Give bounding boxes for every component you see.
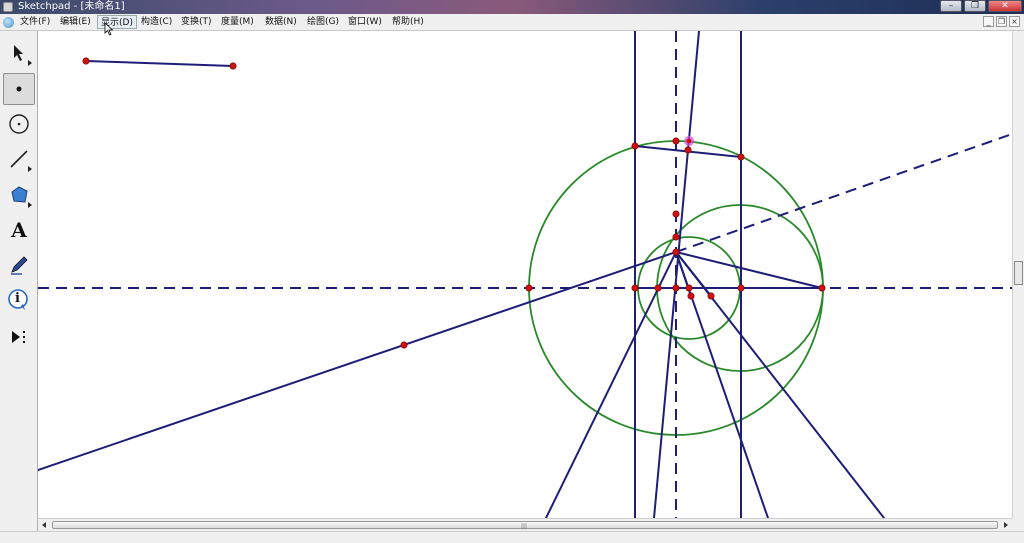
close-window-button[interactable]: ✕: [988, 0, 1022, 12]
window-title: Sketchpad - [未命名1]: [18, 1, 125, 12]
scrollbar-corner: [1012, 518, 1024, 531]
point[interactable]: [737, 153, 745, 161]
document-icon[interactable]: [3, 17, 14, 28]
more-options-icon: [28, 60, 32, 66]
point[interactable]: [672, 233, 680, 241]
horizontal-scroll-thumb[interactable]: |||: [52, 521, 998, 530]
menu-measure[interactable]: 度量(M): [218, 15, 257, 29]
point[interactable]: [672, 210, 680, 218]
line-segment-icon: [10, 150, 28, 168]
arrow-select-tool[interactable]: [3, 37, 35, 69]
restore-document-button[interactable]: ❐: [996, 16, 1007, 27]
text-a-icon: A: [11, 218, 27, 242]
scroll-left-arrow-icon[interactable]: [42, 522, 46, 528]
info-glyph: i: [15, 291, 20, 306]
status-bar: [0, 531, 1024, 543]
point[interactable]: [687, 292, 695, 300]
point[interactable]: [82, 57, 90, 65]
compass-tool[interactable]: [3, 108, 35, 140]
point[interactable]: [685, 284, 693, 292]
title-bar: Sketchpad - [未命名1] – ❐ ✕: [0, 0, 1024, 14]
point[interactable]: [707, 292, 715, 300]
menu-edit[interactable]: 编辑(E): [57, 15, 94, 29]
document-controls: _ ❐ ×: [983, 16, 1020, 27]
horizontal-scrollbar[interactable]: |||: [38, 518, 1012, 531]
information-tool[interactable]: i: [3, 284, 35, 316]
menu-data[interactable]: 数据(N): [262, 15, 300, 29]
point-icon: [16, 86, 22, 92]
minimize-window-button[interactable]: –: [940, 0, 962, 12]
point[interactable]: [684, 146, 692, 154]
point[interactable]: [672, 248, 680, 256]
point[interactable]: [631, 284, 639, 292]
mouse-cursor-icon: [104, 22, 114, 36]
dashed-diagonal-ray[interactable]: [675, 133, 1012, 253]
polygon-tool[interactable]: [3, 179, 35, 211]
long-ray[interactable]: [38, 251, 677, 471]
more-options-icon: [28, 166, 32, 172]
point[interactable]: [525, 284, 533, 292]
point[interactable]: [818, 284, 826, 292]
menu-file[interactable]: 文件(F): [17, 15, 53, 29]
window-controls: – ❐ ✕: [940, 0, 1022, 14]
text-tool[interactable]: A: [3, 214, 35, 246]
marker-tool[interactable]: [3, 249, 35, 281]
point-tool[interactable]: [3, 73, 35, 105]
point[interactable]: [631, 142, 639, 150]
point[interactable]: [737, 284, 745, 292]
more-options-icon: [28, 202, 32, 208]
construction-drawing[interactable]: [38, 31, 1012, 518]
straightedge-tool[interactable]: [3, 143, 35, 175]
grip-icon: |||: [521, 523, 528, 530]
close-document-button[interactable]: ×: [1009, 16, 1020, 27]
minimize-document-button[interactable]: _: [983, 16, 994, 27]
circle-icon: [9, 114, 29, 134]
point[interactable]: [654, 284, 662, 292]
segment-to-right[interactable]: [675, 251, 823, 289]
polygon-icon: [11, 186, 28, 203]
pen-icon: [11, 256, 28, 275]
menu-bar: 文件(F) 编辑(E) 显示(D) 构造(C) 变换(T) 度量(M) 数据(N…: [0, 14, 1024, 31]
menu-window[interactable]: 窗口(W): [345, 15, 385, 29]
point[interactable]: [672, 137, 680, 145]
scroll-right-arrow-icon[interactable]: [1004, 522, 1008, 528]
point[interactable]: [672, 284, 680, 292]
short-segment[interactable]: [85, 60, 234, 67]
sketchpad-app-icon: [3, 2, 13, 12]
menu-graph[interactable]: 绘图(G): [304, 15, 342, 29]
toolbox: A i: [0, 31, 38, 531]
restore-window-button[interactable]: ❐: [964, 0, 986, 12]
highlighted-point[interactable]: [684, 136, 694, 146]
sketch-canvas[interactable]: [38, 31, 1012, 518]
menu-help[interactable]: 帮助(H): [389, 15, 427, 29]
menu-transform[interactable]: 变换(T): [178, 15, 215, 29]
menu-construct[interactable]: 构造(C): [138, 15, 175, 29]
custom-tools[interactable]: [3, 321, 35, 353]
arrow-icon: [14, 45, 23, 61]
vertical-scroll-thumb[interactable]: [1014, 261, 1023, 285]
vertical-scrollbar[interactable]: [1012, 31, 1024, 518]
menu-display[interactable]: 显示(D): [97, 15, 137, 29]
point[interactable]: [400, 341, 408, 349]
play-more-icon: [12, 331, 25, 343]
point[interactable]: [229, 62, 237, 70]
